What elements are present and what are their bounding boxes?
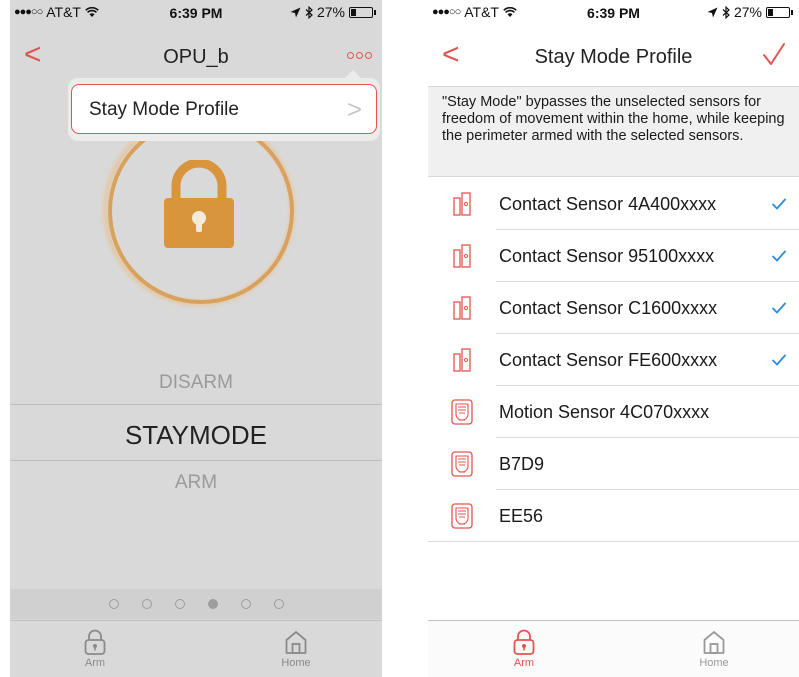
mode-option-arm[interactable]: ARM [10, 472, 382, 494]
page-dot[interactable] [207, 599, 218, 609]
sensor-row[interactable]: B7D9 [428, 438, 799, 490]
tab-arm-label: Arm [84, 657, 106, 669]
home-icon [285, 631, 307, 654]
lock-icon [84, 629, 106, 655]
chevron-right-icon: > [346, 94, 362, 124]
sensor-name: Contact Sensor FE600xxxx [499, 350, 718, 370]
popover-arrow [344, 70, 362, 79]
tab-arm[interactable]: Arm [474, 621, 574, 677]
sensor-name: Contact Sensor 95100xxxx [499, 246, 715, 266]
bluetooth-icon [722, 5, 730, 19]
contact-sensor-icon [453, 192, 471, 216]
tab-arm-label: Arm [513, 657, 535, 669]
stay-mode-profile-menu-item[interactable]: Stay Mode Profile > [71, 84, 377, 134]
mode-option-staymode[interactable]: STAYMODE [10, 420, 382, 451]
page-dot[interactable] [273, 599, 284, 609]
picker-selection-line-bottom [10, 460, 382, 461]
page-title: OPU_b [163, 46, 229, 68]
lock-icon [513, 629, 535, 655]
motion-sensor-icon [451, 503, 473, 529]
battery-percent: 27% [733, 4, 762, 20]
more-dot-icon [347, 52, 354, 59]
battery-percent: 27% [316, 4, 345, 20]
home-icon [703, 631, 725, 654]
contact-sensor-icon [453, 348, 471, 372]
nav-bar: < Stay Mode Profile [428, 26, 799, 86]
location-arrow-icon [290, 7, 301, 17]
sensor-list: Contact Sensor 4A400xxxx Contact Sensor 9… [428, 178, 799, 542]
picker-selection-line-top [10, 404, 382, 405]
tab-home-label: Home [281, 657, 311, 669]
tab-bar: Arm Home [428, 620, 799, 677]
more-dot-icon [356, 52, 363, 59]
right-phone-screen: ●●●○○ AT&T 6:39 PM 27% < Stay Mode Profi… [428, 0, 799, 677]
sensor-row[interactable]: Contact Sensor 95100xxxx [428, 230, 799, 282]
picker-faint-row: · · · · · · · · · [175, 510, 217, 519]
battery-icon [766, 6, 790, 18]
motion-sensor-icon [451, 451, 473, 477]
sensor-row[interactable]: Motion Sensor 4C070xxxx [428, 386, 799, 438]
motion-sensor-icon [451, 399, 473, 425]
sensor-name: B7D9 [499, 454, 545, 474]
selected-check-icon [772, 302, 786, 314]
contact-sensor-icon [453, 244, 471, 268]
sensor-row[interactable]: EE56 [428, 490, 799, 542]
save-check-button[interactable] [759, 40, 789, 70]
picker-faint-row: · · · · · · [182, 350, 210, 359]
page-dot[interactable] [240, 599, 251, 609]
sensor-name: EE56 [499, 506, 544, 526]
page-dot[interactable] [174, 599, 185, 609]
selected-check-icon [772, 250, 786, 262]
more-options-button[interactable] [347, 52, 372, 59]
page-indicator[interactable] [10, 589, 382, 619]
mode-option-disarm[interactable]: DISARM [10, 372, 382, 394]
tab-bar: Arm Home [10, 620, 382, 677]
options-popover: Stay Mode Profile > [68, 70, 380, 141]
nav-bar: < OPU_b [10, 26, 382, 86]
page-dot[interactable] [108, 599, 119, 609]
left-phone-screen: ●●●○○ AT&T 6:39 PM 27% < OPU_b · · · · ·… [10, 0, 382, 677]
battery-level [351, 8, 356, 16]
status-bar: ●●●○○ AT&T 6:39 PM 27% [428, 0, 799, 24]
more-dot-icon [365, 52, 372, 59]
tab-arm[interactable]: Arm [45, 621, 145, 677]
battery-icon [349, 6, 373, 18]
page-dot[interactable] [141, 599, 152, 609]
selected-check-icon [772, 198, 786, 210]
status-bar: ●●●○○ AT&T 6:39 PM 27% [10, 0, 382, 24]
sensor-row[interactable]: Contact Sensor FE600xxxx [428, 334, 799, 386]
location-arrow-icon [707, 7, 718, 17]
selected-check-icon [772, 354, 786, 366]
sensor-row[interactable]: Contact Sensor 4A400xxxx [428, 178, 799, 230]
bluetooth-icon [305, 5, 313, 19]
stay-mode-description: "Stay Mode" bypasses the unselected sens… [428, 87, 799, 177]
sensor-name: Contact Sensor C1600xxxx [499, 298, 718, 318]
tab-home[interactable]: Home [246, 621, 346, 677]
padlock-icon[interactable] [160, 160, 238, 250]
menu-item-label: Stay Mode Profile [89, 99, 239, 120]
contact-sensor-icon [453, 296, 471, 320]
page-title: Stay Mode Profile [534, 46, 693, 68]
sensor-name: Motion Sensor 4C070xxxx [499, 402, 710, 422]
sensor-name: Contact Sensor 4A400xxxx [499, 194, 717, 214]
battery-level [768, 8, 773, 16]
tab-home-label: Home [699, 657, 729, 669]
tab-home[interactable]: Home [664, 621, 764, 677]
sensor-row[interactable]: Contact Sensor C1600xxxx [428, 282, 799, 334]
